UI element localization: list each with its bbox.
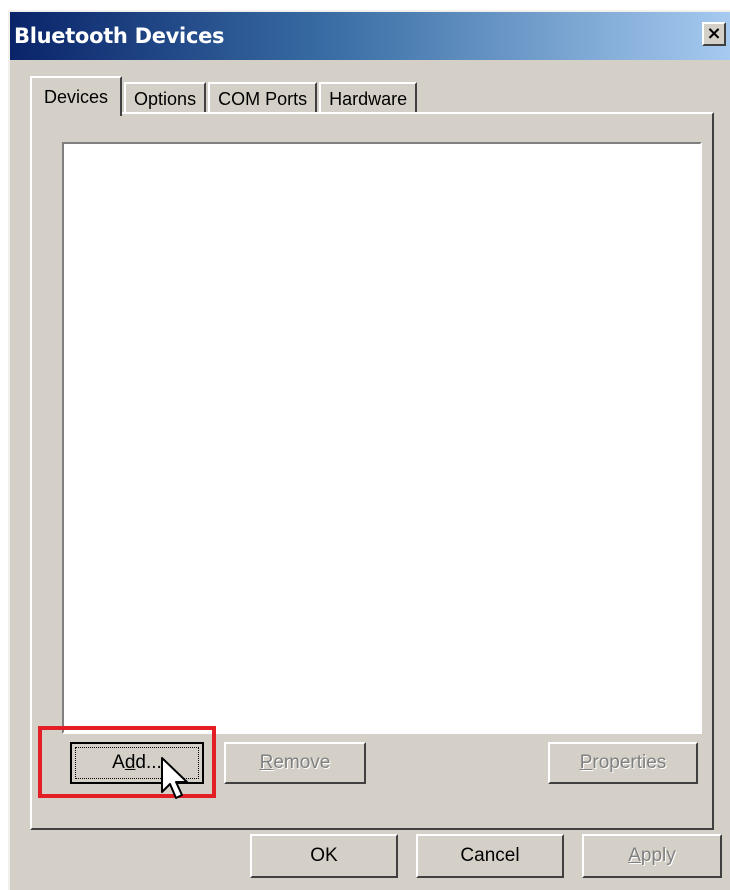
- cancel-button[interactable]: Cancel: [416, 834, 564, 878]
- tab-com-ports-label: COM Ports: [218, 88, 308, 109]
- close-icon: ×: [706, 23, 722, 44]
- arrow-cursor-icon: [161, 757, 188, 799]
- ok-button-label: OK: [310, 845, 338, 866]
- cancel-button-label: Cancel: [460, 845, 520, 866]
- remove-button[interactable]: Remove: [224, 742, 366, 784]
- apply-button[interactable]: Apply: [582, 834, 722, 878]
- ok-button[interactable]: OK: [250, 834, 398, 878]
- apply-button-label: Apply: [628, 845, 676, 866]
- tab-devices[interactable]: Devices: [30, 76, 123, 116]
- close-button[interactable]: ×: [702, 22, 726, 46]
- tab-com-ports[interactable]: COM Ports: [208, 82, 318, 114]
- device-list[interactable]: [62, 142, 702, 734]
- tab-hardware[interactable]: Hardware: [319, 82, 418, 114]
- window-title: Bluetooth Devices: [14, 24, 225, 48]
- properties-button-label: Properties: [579, 752, 667, 773]
- tab-strip: Devices Options COM Ports Hardware: [30, 72, 419, 116]
- tab-devices-label: Devices: [44, 86, 109, 107]
- devices-panel: Add... Remove Properties: [30, 112, 714, 830]
- properties-button[interactable]: Properties: [548, 742, 698, 784]
- tab-hardware-label: Hardware: [329, 88, 408, 109]
- tab-options[interactable]: Options: [124, 82, 207, 114]
- tab-options-label: Options: [134, 88, 197, 109]
- remove-button-label: Remove: [259, 752, 331, 773]
- title-bar: Bluetooth Devices ×: [10, 12, 730, 60]
